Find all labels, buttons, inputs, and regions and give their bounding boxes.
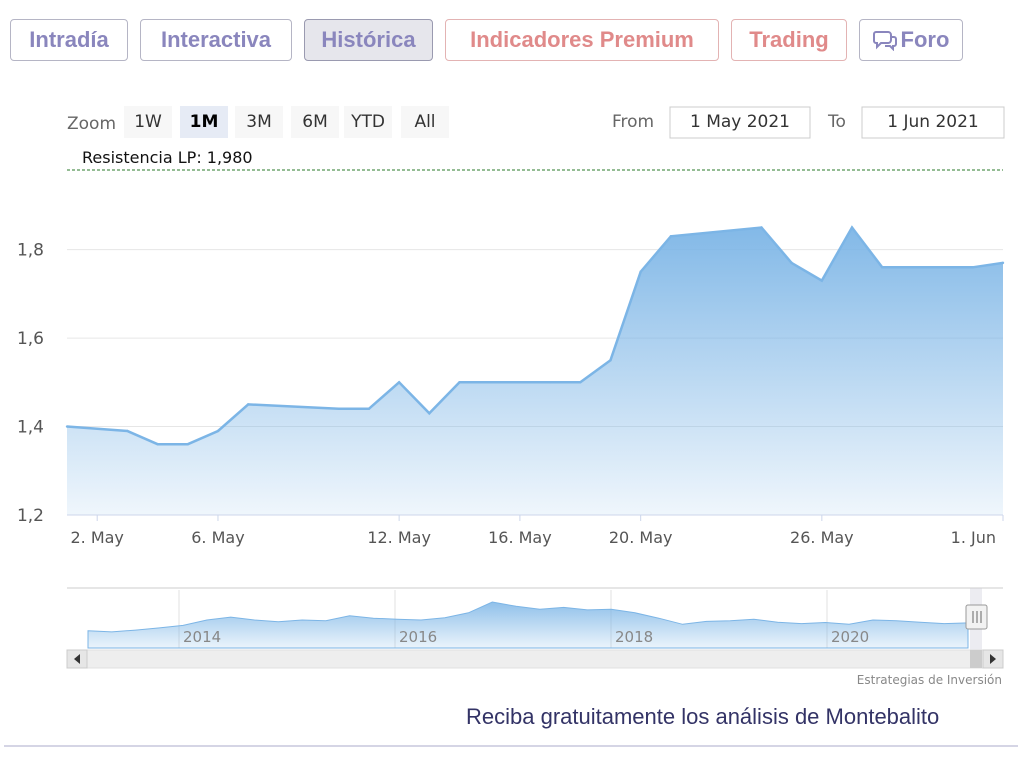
zoom-button-label: 3M: [246, 112, 271, 132]
scrollbar-thumb[interactable]: [970, 650, 982, 668]
to-label: To: [827, 112, 846, 132]
data-point: [1001, 261, 1005, 265]
data-point: [760, 226, 763, 229]
zoom-buttons: 1W 1M 3M 6M YTD All: [124, 106, 449, 138]
x-tick-label: 2. May: [70, 528, 123, 547]
data-point: [850, 226, 854, 229]
scrollbar-track[interactable]: [66, 649, 1004, 669]
newsletter-cta[interactable]: Reciba gratuitamente los análisis de Mon…: [466, 704, 939, 730]
data-point: [367, 407, 371, 411]
x-tick-label: 26. May: [790, 528, 854, 547]
data-point: [639, 270, 642, 273]
chart-credits: Estrategias de Inversión: [857, 673, 1002, 687]
to-value: 1 Jun 2021: [887, 112, 978, 132]
data-point: [428, 412, 431, 415]
data-point: [246, 403, 250, 406]
price-chart: Zoom 1W 1M 3M 6M YTD All From 1 May 2021 To 1…: [17, 106, 1005, 687]
data-point: [186, 443, 189, 446]
navigator-year-label: 2014: [183, 628, 221, 646]
data-point: [881, 266, 884, 269]
data-point: [790, 261, 793, 265]
data-point: [669, 235, 673, 238]
data-point: [609, 358, 612, 362]
series-area: [67, 227, 1003, 515]
data-point: [548, 381, 552, 384]
data-point: [126, 429, 129, 433]
zoom-button-label: 6M: [302, 112, 327, 132]
y-tick-label: 1,4: [17, 418, 44, 438]
data-point: [971, 266, 975, 269]
zoom-button-label: YTD: [350, 112, 385, 132]
data-point: [458, 381, 461, 384]
zoom-button-label: 1M: [190, 112, 219, 132]
data-point: [397, 381, 401, 384]
data-point: [820, 279, 824, 282]
data-point: [65, 425, 69, 428]
navigator-year-label: 2016: [399, 628, 437, 646]
data-point: [337, 407, 340, 411]
x-tick-label: 20. May: [609, 528, 673, 547]
from-value: 1 May 2021: [690, 112, 790, 132]
y-tick-label: 1,6: [17, 329, 44, 349]
navigator-year-label: 2018: [615, 628, 653, 646]
x-tick-label: 12. May: [367, 528, 431, 547]
x-tick-label: 6. May: [191, 528, 244, 547]
resistance-label: Resistencia LP: 1,980: [82, 148, 253, 167]
data-point: [216, 429, 220, 433]
y-tick-label: 1,2: [17, 506, 44, 526]
navigator-year-label: 2020: [831, 628, 869, 646]
data-point: [156, 443, 159, 446]
y-tick-label: 1,8: [17, 241, 44, 261]
zoom-button-label: All: [414, 112, 435, 132]
zoom-label: Zoom: [67, 114, 116, 134]
data-point: [579, 381, 582, 384]
from-label: From: [612, 112, 654, 132]
x-tick-label: 16. May: [488, 528, 552, 547]
footer-divider: [4, 745, 1018, 747]
x-tick-label: 1. Jun: [951, 528, 996, 547]
zoom-button-label: 1W: [134, 112, 162, 132]
